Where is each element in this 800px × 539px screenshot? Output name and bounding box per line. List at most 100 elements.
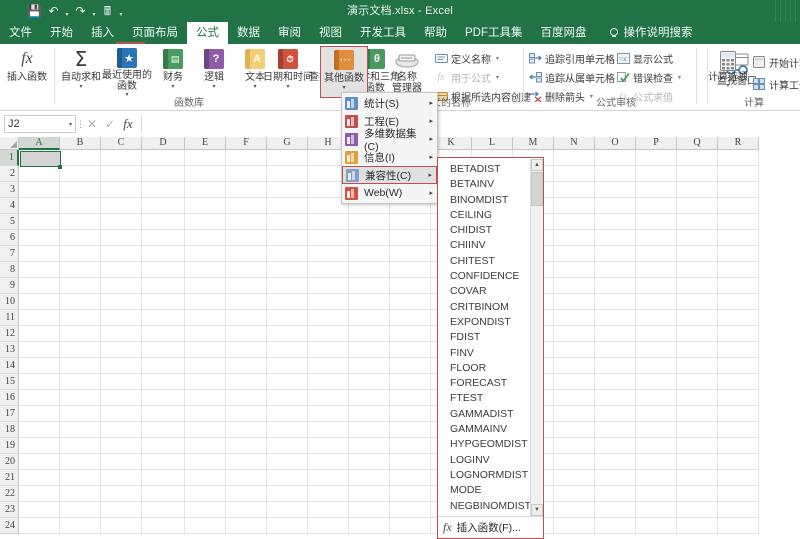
cell-N7[interactable] xyxy=(554,246,595,262)
row-header-15[interactable]: 15 xyxy=(0,374,19,390)
cell-C24[interactable] xyxy=(101,518,142,534)
cell-H14[interactable] xyxy=(308,358,349,374)
cell-D21[interactable] xyxy=(142,470,185,486)
compatibility-function-list[interactable]: BETADIST BETAINV BINOMDIST CEILING CHIDIST CH… xyxy=(438,158,543,516)
more-functions-caret[interactable]: ▾ xyxy=(342,85,345,91)
cell-G3[interactable] xyxy=(267,182,308,198)
function-item-chitest[interactable]: CHITEST xyxy=(438,254,543,269)
function-item-mode[interactable]: MODE xyxy=(438,483,543,498)
name-box[interactable]: J2 ▾ xyxy=(4,115,76,133)
cell-G5[interactable] xyxy=(267,214,308,230)
cell-F5[interactable] xyxy=(226,214,267,230)
cell-C8[interactable] xyxy=(101,262,142,278)
cell-N12[interactable] xyxy=(554,326,595,342)
column-header-P[interactable]: P xyxy=(636,137,677,150)
cell-C17[interactable] xyxy=(101,406,142,422)
function-item-expondist[interactable]: EXPONDIST xyxy=(438,315,543,330)
cell-A24[interactable] xyxy=(19,518,60,534)
cell-J6[interactable] xyxy=(390,230,431,246)
cell-C9[interactable] xyxy=(101,278,142,294)
cell-C16[interactable] xyxy=(101,390,142,406)
cell-D3[interactable] xyxy=(142,182,185,198)
cell-P2[interactable] xyxy=(636,166,677,182)
column-header-M[interactable]: M xyxy=(513,137,554,150)
cell-O4[interactable] xyxy=(595,198,636,214)
function-item-negbinomdist[interactable]: NEGBINOMDIST xyxy=(438,499,543,514)
cell-G23[interactable] xyxy=(267,502,308,518)
cell-A20[interactable] xyxy=(19,454,60,470)
cell-E6[interactable] xyxy=(185,230,226,246)
cell-E4[interactable] xyxy=(185,198,226,214)
cell-J21[interactable] xyxy=(390,470,431,486)
menu-web[interactable]: Web(W) ▸ xyxy=(342,184,437,202)
cell-F2[interactable] xyxy=(226,166,267,182)
cell-A18[interactable] xyxy=(19,422,60,438)
cell-I14[interactable] xyxy=(349,358,390,374)
cell-G4[interactable] xyxy=(267,198,308,214)
cell-J23[interactable] xyxy=(390,502,431,518)
cell-B10[interactable] xyxy=(60,294,101,310)
cell-H19[interactable] xyxy=(308,438,349,454)
cell-F18[interactable] xyxy=(226,422,267,438)
cell-J10[interactable] xyxy=(390,294,431,310)
cell-C7[interactable] xyxy=(101,246,142,262)
cell-D16[interactable] xyxy=(142,390,185,406)
cell-F23[interactable] xyxy=(226,502,267,518)
cell-N22[interactable] xyxy=(554,486,595,502)
cell-A17[interactable] xyxy=(19,406,60,422)
column-header-D[interactable]: D xyxy=(142,137,185,150)
cell-O3[interactable] xyxy=(595,182,636,198)
cell-O11[interactable] xyxy=(595,310,636,326)
cell-N14[interactable] xyxy=(554,358,595,374)
tab-view[interactable]: 视图 xyxy=(310,22,351,44)
scroll-down-arrow[interactable]: ▼ xyxy=(531,503,543,516)
cell-P8[interactable] xyxy=(636,262,677,278)
calculate-sheet-command[interactable]: 计算工作表 xyxy=(752,76,800,92)
cell-B18[interactable] xyxy=(60,422,101,438)
function-item-ftest[interactable]: FTEST xyxy=(438,391,543,406)
column-header-R[interactable]: R xyxy=(718,137,759,150)
cell-O22[interactable] xyxy=(595,486,636,502)
trace-dependents-command[interactable]: 追踪从属单元格 xyxy=(528,69,615,85)
cell-P14[interactable] xyxy=(636,358,677,374)
cell-F19[interactable] xyxy=(226,438,267,454)
submenu-scrollbar[interactable]: ▲ ▼ xyxy=(530,159,543,516)
cell-F14[interactable] xyxy=(226,358,267,374)
cell-P22[interactable] xyxy=(636,486,677,502)
cell-D14[interactable] xyxy=(142,358,185,374)
cell-E7[interactable] xyxy=(185,246,226,262)
cell-F22[interactable] xyxy=(226,486,267,502)
cell-Q18[interactable] xyxy=(677,422,718,438)
cell-I24[interactable] xyxy=(349,518,390,534)
cell-E1[interactable] xyxy=(185,150,226,166)
row-header-21[interactable]: 21 xyxy=(0,470,19,486)
cell-J8[interactable] xyxy=(390,262,431,278)
cell-G13[interactable] xyxy=(267,342,308,358)
tab-help[interactable]: 帮助 xyxy=(415,22,456,44)
cell-C12[interactable] xyxy=(101,326,142,342)
cell-G8[interactable] xyxy=(267,262,308,278)
cell-Q22[interactable] xyxy=(677,486,718,502)
row-header-4[interactable]: 4 xyxy=(0,198,19,214)
cell-N6[interactable] xyxy=(554,230,595,246)
cell-N3[interactable] xyxy=(554,182,595,198)
cell-E13[interactable] xyxy=(185,342,226,358)
cell-Q15[interactable] xyxy=(677,374,718,390)
cell-A11[interactable] xyxy=(19,310,60,326)
cell-O12[interactable] xyxy=(595,326,636,342)
financial-button[interactable]: ▤ 财务 ▾ xyxy=(150,46,196,98)
cell-N24[interactable] xyxy=(554,518,595,534)
cell-D1[interactable] xyxy=(142,150,185,166)
autosum-caret[interactable]: ▾ xyxy=(79,84,82,90)
cell-G10[interactable] xyxy=(267,294,308,310)
insert-function-button[interactable]: fx 插入函数 xyxy=(4,46,50,98)
cell-B5[interactable] xyxy=(60,214,101,230)
cell-J16[interactable] xyxy=(390,390,431,406)
cell-O2[interactable] xyxy=(595,166,636,182)
cell-H7[interactable] xyxy=(308,246,349,262)
cell-D2[interactable] xyxy=(142,166,185,182)
cell-B7[interactable] xyxy=(60,246,101,262)
cell-A7[interactable] xyxy=(19,246,60,262)
cell-J18[interactable] xyxy=(390,422,431,438)
cell-P20[interactable] xyxy=(636,454,677,470)
